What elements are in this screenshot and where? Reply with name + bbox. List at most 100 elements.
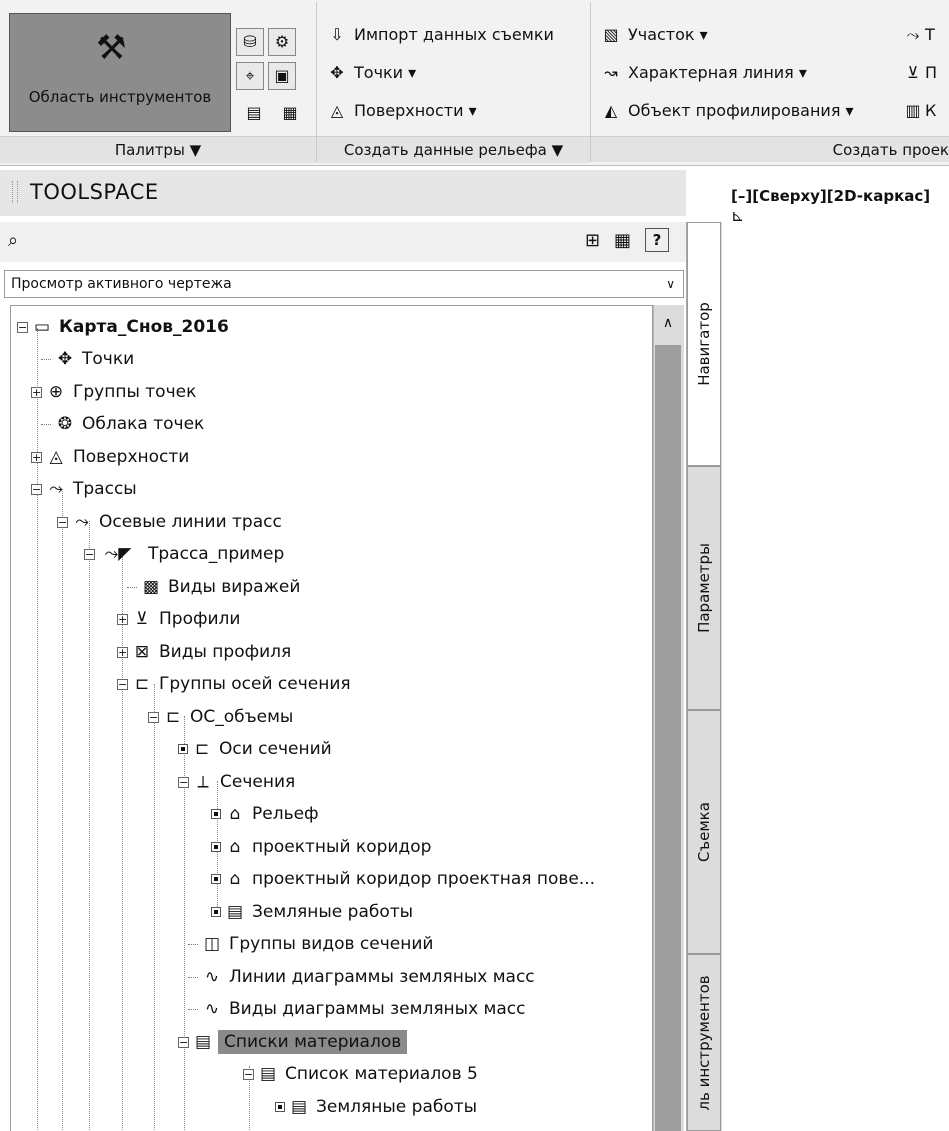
ground-data-panel-title[interactable]: Создать данные рельефа ▼ xyxy=(317,136,590,163)
parcel-icon: ▧ xyxy=(603,25,619,44)
design-cmd-6[interactable]: ▥ К xyxy=(905,100,936,122)
tree-item-sample-lines[interactable]: ⊏ Оси сечений xyxy=(178,733,332,765)
survey-icon[interactable]: ⌖ xyxy=(236,62,264,90)
tree-item-points[interactable]: ✥ Точки xyxy=(41,343,134,375)
tree-item-material-lists[interactable]: − ▤ Списки материалов xyxy=(178,1026,408,1058)
alignment-icon: ⤳◤ xyxy=(104,544,132,564)
scroll-thumb[interactable] xyxy=(655,345,681,1131)
tree-item-section-terrain[interactable]: ⌂ Рельеф xyxy=(211,798,319,830)
tree-item-sample-line-groups[interactable]: − ⊏ Группы осей сечения xyxy=(117,668,351,700)
point-cloud-icon: ❂ xyxy=(57,414,73,434)
tree-item-sample-group[interactable]: − ⊏ ОС_объемы xyxy=(148,701,293,733)
tree-item-section-corridor-surface[interactable]: ⌂ проектный коридор проектная пове... xyxy=(211,863,595,895)
grading-button[interactable]: ◭ Объект профилирования ▾ xyxy=(600,100,854,122)
sample-line-icon: ⊏ xyxy=(194,739,210,759)
import-survey-button[interactable]: ⇩ Импорт данных съемки xyxy=(326,24,554,46)
design-cmd-4[interactable]: ⤳ Т xyxy=(905,24,935,46)
palettes-panel-title[interactable]: Палитры ▼ xyxy=(0,136,316,163)
drawing-viewport[interactable] xyxy=(722,170,949,1131)
tree-item-section-corridor[interactable]: ⌂ проектный коридор xyxy=(211,831,431,863)
tree-item-sections[interactable]: − ⟂ Сечения xyxy=(178,766,295,798)
feature-line-icon: ↝ xyxy=(604,63,618,82)
import-icon: ⇩ xyxy=(330,25,344,44)
tree-item-section-earthworks[interactable]: ▤ Земляные работы xyxy=(211,896,413,928)
superelevation-icon: ▩ xyxy=(142,577,160,597)
prospector-icon[interactable]: ⛁ xyxy=(236,28,264,56)
grading-icon: ◭ xyxy=(604,101,618,120)
item-view-icon[interactable]: ▦ xyxy=(614,230,631,251)
corridor-icon: ▥ xyxy=(905,101,921,120)
grip-handle[interactable] xyxy=(12,181,18,203)
tree-view-icon[interactable]: ⊞ xyxy=(585,230,600,251)
points-icon: ✥ xyxy=(330,63,344,82)
section-view-icon: ◫ xyxy=(203,934,221,954)
profile-icon: ⊻ xyxy=(907,63,919,82)
sample-line-icon: ⊏ xyxy=(165,707,181,727)
material-list-icon: ▤ xyxy=(194,1032,212,1052)
toolbox-icon[interactable]: ▣ xyxy=(268,62,296,90)
help-icon[interactable]: ? xyxy=(645,228,669,252)
alignment-icon: ⤳ xyxy=(906,25,920,44)
profile-icon: ⊻ xyxy=(135,609,149,629)
tree-item-centerlines[interactable]: − ⤳ Осевые линии трасс xyxy=(57,506,282,538)
tree-root-drawing[interactable]: − ▭ Карта_Снов_2016 xyxy=(17,311,229,343)
profile-view-icon: ⊠ xyxy=(134,642,150,662)
surface-icon: ◬ xyxy=(330,101,344,120)
section-corridor-surface-icon: ⌂ xyxy=(229,869,241,889)
tree-item-mass-haul-views[interactable]: ∿ Виды диаграммы земляных масс xyxy=(188,993,525,1025)
parcel-button[interactable]: ▧ Участок ▾ xyxy=(600,24,707,46)
scroll-up-icon[interactable]: ∧ xyxy=(655,312,681,334)
feature-line-button[interactable]: ↝ Характерная линия ▾ xyxy=(600,62,807,84)
material-icon: ▤ xyxy=(290,1097,308,1117)
mass-haul-view-icon: ∿ xyxy=(204,999,220,1019)
prospector-tree: − ▭ Карта_Снов_2016 ✥ Точки + ⊕ Группы точек … xyxy=(10,305,653,1131)
tree-item-material-list-5[interactable]: − ▤ Список материалов 5 xyxy=(243,1058,478,1090)
material-list-icon: ▤ xyxy=(259,1064,277,1084)
sample-line-icon: ⊏ xyxy=(134,674,150,694)
tree-item-alignment-example[interactable]: − ⤳◤ Трасса_пример xyxy=(84,538,284,570)
tree-item-section-view-groups[interactable]: ◫ Группы видов сечений xyxy=(188,928,433,960)
mass-haul-icon: ∿ xyxy=(204,967,220,987)
tree-item-profiles[interactable]: + ⊻ Профили xyxy=(117,603,240,635)
viewport-controls[interactable]: [–][Сверху][2D-каркас] xyxy=(731,187,930,205)
tools-icon: ⚒ xyxy=(96,28,127,68)
points-icon: ✥ xyxy=(57,349,73,369)
tree-item-point-groups[interactable]: + ⊕ Группы точек xyxy=(31,376,196,408)
design-cmd-5[interactable]: ⊻ П xyxy=(905,62,937,84)
calculator-icon[interactable]: ▤ xyxy=(240,100,268,128)
toolspace-button[interactable]: ⚒ Область инструментов xyxy=(9,13,231,132)
ucs-icon: ⊾ xyxy=(731,206,745,225)
toolspace-title: TOOLSPACE xyxy=(30,180,159,204)
tree-item-superelevation-views[interactable]: ▩ Виды виражей xyxy=(127,571,300,603)
toolspace-toolbar xyxy=(0,222,686,262)
create-design-panel-title[interactable]: Создать проек xyxy=(591,136,949,162)
tab-settings[interactable]: Параметры xyxy=(687,466,721,710)
surfaces-button[interactable]: ◬ Поверхности ▾ xyxy=(326,100,477,122)
tree-item-material-earthworks[interactable]: ▤ Земляные работы xyxy=(275,1091,477,1123)
surface-icon: ◬ xyxy=(49,447,63,467)
tree-item-alignments[interactable]: − ⤳ Трассы xyxy=(31,473,137,505)
section-surface-icon: ⌂ xyxy=(229,804,241,824)
section-icon: ⟂ xyxy=(197,772,209,792)
tree-item-mass-haul-lines[interactable]: ∿ Линии диаграммы земляных масс xyxy=(188,961,535,993)
view-select[interactable]: Просмотр активного чертежа ∨ xyxy=(4,270,684,298)
tab-navigator[interactable]: Навигатор xyxy=(687,222,721,466)
settings-icon[interactable]: ⚙ xyxy=(268,28,296,56)
properties-icon[interactable]: ▦ xyxy=(276,100,304,128)
alignment-icon: ⤳ xyxy=(75,512,89,532)
search-icon[interactable]: ⌕ xyxy=(8,230,18,251)
toolspace-button-label: Область инструментов xyxy=(28,88,212,106)
chevron-down-icon: ∨ xyxy=(666,277,675,291)
tree-item-surfaces[interactable]: + ◬ Поверхности xyxy=(31,441,189,473)
points-button[interactable]: ✥ Точки ▾ xyxy=(326,62,416,84)
tree-item-point-clouds[interactable]: ❂ Облака точек xyxy=(41,408,204,440)
alignment-icon: ⤳ xyxy=(49,479,63,499)
section-corridor-icon: ⌂ xyxy=(229,837,241,857)
drawing-icon: ▭ xyxy=(33,317,51,337)
tab-toolbox[interactable]: ль инструментов xyxy=(687,954,721,1131)
point-groups-icon: ⊕ xyxy=(48,382,64,402)
tree-item-profile-views[interactable]: + ⊠ Виды профиля xyxy=(117,636,291,668)
material-icon: ▤ xyxy=(226,902,244,922)
ribbon: ⚒ Область инструментов ⛁ ⚙ ⌖ ▣ ▤ ▦ ⇩ Импо… xyxy=(0,0,949,166)
tab-survey[interactable]: Съемка xyxy=(687,710,721,954)
